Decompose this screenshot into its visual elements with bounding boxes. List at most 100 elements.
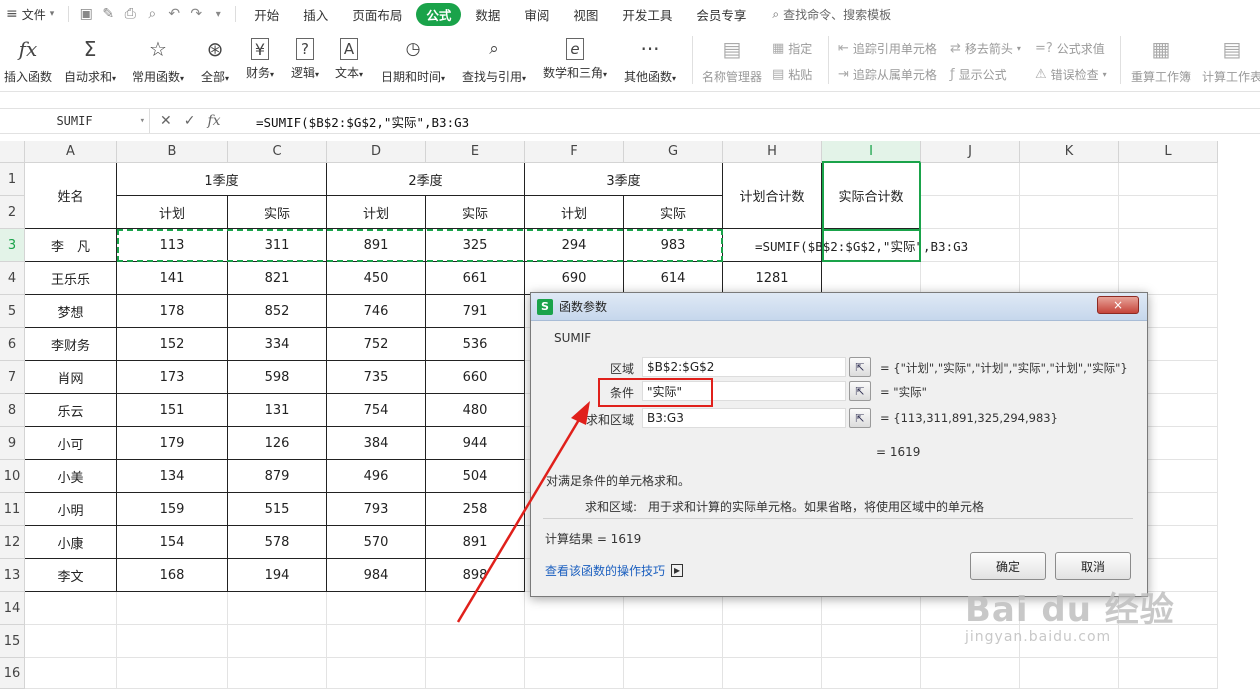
row-header[interactable]: 15 [0,625,25,658]
tab-developer[interactable]: 开发工具 [612,3,682,26]
formula-input[interactable]: =SUMIF($B$2:$G$2,"实际",B3:G3 [256,109,469,133]
grid-cell[interactable] [1119,229,1218,262]
value-cell[interactable]: 752 [327,328,426,361]
row-header[interactable]: 2 [0,196,25,229]
grid-cell[interactable] [1119,196,1218,229]
define-name-button[interactable]: ▦ 指定 [772,40,812,57]
other-functions-button[interactable]: ··· 其他函数▾ [624,34,676,85]
ok-button[interactable]: 确定 [970,552,1046,580]
value-cell[interactable]: 159 [117,493,228,526]
header-actual[interactable]: 实际 [228,196,327,229]
name-cell[interactable]: 李 凡 [25,229,117,262]
row-header[interactable]: 13 [0,559,25,592]
range-input[interactable]: $B$2:$G$2 [642,357,846,377]
name-manager-button[interactable]: ▤ 名称管理器 [702,34,762,85]
fx-icon[interactable]: fx [207,113,220,129]
grid-cell[interactable] [525,658,624,689]
tab-member[interactable]: 会员专享 [686,3,756,26]
row-header[interactable]: 3 [0,229,25,262]
finance-functions-button[interactable]: ¥ 财务▾ [246,34,274,81]
grid-cell[interactable] [822,262,921,295]
name-cell[interactable]: 肖网 [25,361,117,394]
grid-cell[interactable] [822,658,921,689]
value-cell[interactable]: 258 [426,493,525,526]
value-cell[interactable]: 570 [327,526,426,559]
header-name[interactable]: 姓名 [25,163,117,229]
column-header[interactable]: I [822,141,921,163]
header-q3[interactable]: 3季度 [525,163,723,196]
logic-functions-button[interactable]: ? 逻辑▾ [291,34,319,81]
row-header[interactable]: 1 [0,163,25,196]
grid-cell[interactable] [921,262,1020,295]
tab-view[interactable]: 视图 [563,3,608,26]
value-cell[interactable]: 944 [426,427,525,460]
value-cell[interactable]: 660 [426,361,525,394]
grid-cell[interactable] [723,658,822,689]
name-cell[interactable]: 乐云 [25,394,117,427]
all-functions-button[interactable]: ⊛ 全部▾ [201,34,229,85]
tab-review[interactable]: 审阅 [514,3,559,26]
value-cell[interactable]: 194 [228,559,327,592]
grid-cell[interactable] [921,625,1020,658]
text-functions-button[interactable]: A 文本▾ [335,34,363,81]
value-cell[interactable]: 598 [228,361,327,394]
header-q2[interactable]: 2季度 [327,163,525,196]
recalc-workbook-button[interactable]: ▦ 重算工作簿 [1131,34,1191,85]
datetime-functions-button[interactable]: ◷ 日期和时间▾ [381,34,445,85]
autosum-button[interactable]: Σ 自动求和▾ [64,34,116,85]
value-cell[interactable]: 151 [117,394,228,427]
row-header[interactable]: 11 [0,493,25,526]
value-cell[interactable]: 891 [327,229,426,262]
range-select-icon[interactable]: ⇱ [849,381,871,401]
cancel-button[interactable]: 取消 [1055,552,1131,580]
grid-cell[interactable] [327,625,426,658]
name-cell[interactable]: 李文 [25,559,117,592]
column-header[interactable]: E [426,141,525,163]
confirm-icon[interactable]: ✓ [184,113,196,129]
value-cell[interactable]: 536 [426,328,525,361]
print-icon[interactable]: ⎙ [119,3,141,25]
value-cell[interactable]: 746 [327,295,426,328]
column-header[interactable]: C [228,141,327,163]
value-cell[interactable]: 179 [117,427,228,460]
column-header[interactable]: J [921,141,1020,163]
grid-cell[interactable] [822,625,921,658]
grid-cell[interactable] [228,658,327,689]
column-header[interactable]: F [525,141,624,163]
tab-data[interactable]: 数据 [465,3,510,26]
value-cell[interactable]: 578 [228,526,327,559]
grid-cell[interactable] [525,625,624,658]
grid-cell[interactable] [117,592,228,625]
name-cell[interactable]: 小明 [25,493,117,526]
header-actual[interactable]: 实际 [426,196,525,229]
grid-cell[interactable] [624,658,723,689]
header-actual[interactable]: 实际 [624,196,723,229]
grid-cell[interactable] [1020,625,1119,658]
row-header[interactable]: 6 [0,328,25,361]
plan-total-cell[interactable]: 1281 [723,262,822,295]
calc-sheet-button[interactable]: ▤ 计算工作表 [1202,34,1260,85]
row-header[interactable]: 14 [0,592,25,625]
column-header[interactable]: B [117,141,228,163]
value-cell[interactable]: 113 [117,229,228,262]
grid-cell[interactable] [327,658,426,689]
column-header[interactable]: K [1020,141,1119,163]
value-cell[interactable]: 173 [117,361,228,394]
value-cell[interactable]: 134 [117,460,228,493]
row-header[interactable]: 4 [0,262,25,295]
format-painter-icon[interactable]: ✎ [97,3,119,25]
tab-page-layout[interactable]: 页面布局 [342,3,412,26]
column-header[interactable]: H [723,141,822,163]
value-cell[interactable]: 791 [426,295,525,328]
grid-cell[interactable] [1119,625,1218,658]
grid-cell[interactable] [1020,262,1119,295]
value-cell[interactable]: 821 [228,262,327,295]
common-functions-button[interactable]: ☆ 常用函数▾ [132,34,184,85]
grid-cell[interactable] [1119,658,1218,689]
error-check-button[interactable]: ⚠ 错误检查 ▾ [1035,66,1107,83]
grid-cell[interactable] [327,592,426,625]
row-header[interactable]: 10 [0,460,25,493]
value-cell[interactable]: 515 [228,493,327,526]
sum-range-input[interactable]: B3:G3 [642,408,846,428]
column-header[interactable]: G [624,141,723,163]
